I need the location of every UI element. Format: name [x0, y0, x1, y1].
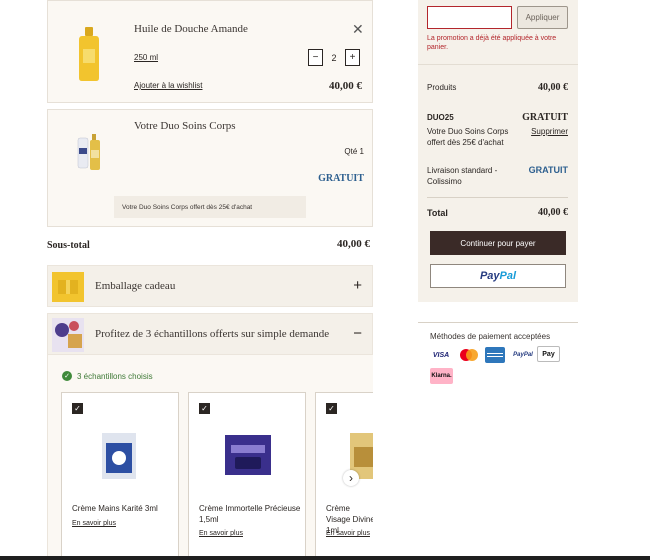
payment-methods-title: Méthodes de paiement acceptées: [430, 332, 551, 341]
promo-code-input[interactable]: [427, 6, 512, 29]
summary-divider: [418, 64, 578, 65]
product-size[interactable]: 250 ml: [134, 53, 158, 62]
quantity-stepper[interactable]: − 2 +: [308, 49, 360, 66]
sample-image-immortelle: [225, 435, 271, 475]
sample-card[interactable]: ✓ Crème Immortelle Précieuse 1,5ml En sa…: [188, 392, 306, 558]
paypal-logo-pay: Pay: [479, 270, 500, 282]
samples-header[interactable]: Profitez de 3 échantillons offerts sur s…: [47, 313, 373, 355]
samples-label: Profitez de 3 échantillons offerts sur s…: [95, 328, 330, 340]
paypal-small-icon: PayPal: [511, 347, 535, 363]
item-price: 40,00 €: [329, 80, 362, 92]
payment-divider: [418, 322, 578, 323]
expand-gift-wrap-icon[interactable]: +: [353, 277, 362, 294]
klarna-text: Klarna.: [431, 373, 452, 379]
remove-item-button[interactable]: ✕: [352, 21, 364, 38]
gift-note-box: Votre Duo Soins Corps offert dès 25€ d'a…: [114, 196, 306, 218]
page-bottom-edge: [0, 556, 650, 560]
samples-image: [52, 318, 84, 352]
product-image-shower-oil: [78, 27, 100, 81]
products-value: 40,00 €: [538, 82, 568, 93]
sample-name: Crème Immortelle Précieuse 1,5ml: [199, 504, 301, 524]
remove-promo-link[interactable]: Supprimer: [531, 127, 568, 136]
apple-pay-text: Pay: [542, 350, 555, 358]
promo-code-label: DUO25: [427, 113, 454, 122]
paypal-small-text: PayPal: [513, 352, 533, 358]
decrease-qty-button[interactable]: −: [308, 49, 323, 66]
total-label: Total: [427, 208, 448, 218]
apple-pay-icon: Pay: [537, 346, 560, 362]
sample-card[interactable]: ✓ Crème Mains Karité 3ml En savoir plus: [61, 392, 179, 558]
visa-icon: VISA: [430, 347, 452, 363]
shipping-label: Livraison standard - Colissimo: [427, 166, 498, 186]
products-label: Produits: [427, 83, 457, 92]
continue-to-payment-button[interactable]: Continuer pour payer: [430, 231, 566, 255]
add-to-wishlist-link[interactable]: Ajouter à la wishlist: [134, 81, 202, 90]
gift-note: Votre Duo Soins Corps offert dès 25€ d'a…: [122, 203, 253, 211]
paypal-logo-pal: Pal: [499, 270, 517, 282]
product-image-duo: [76, 132, 108, 172]
apply-promo-button[interactable]: Appliquer: [517, 6, 568, 29]
promo-description: Votre Duo Soins Corps offert dès 25€ d'a…: [427, 127, 509, 147]
learn-more-link[interactable]: En savoir plus: [326, 530, 370, 537]
check-circle-icon: ✓: [62, 371, 72, 381]
learn-more-link[interactable]: En savoir plus: [199, 530, 243, 537]
gift-wrap-label: Emballage cadeau: [95, 280, 176, 292]
carousel-next-button[interactable]: ›: [343, 470, 359, 486]
sample-image-karite: [102, 433, 136, 479]
shipping-value: GRATUIT: [528, 165, 568, 175]
mastercard-icon: [458, 347, 480, 363]
paypal-button[interactable]: Pay Pal: [430, 264, 566, 288]
sample-checkbox[interactable]: ✓: [326, 403, 337, 414]
free-gift-card: Votre Duo Soins Corps Qté 1 GRATUIT Votr…: [47, 109, 373, 227]
subtotal-label: Sous-total: [47, 240, 90, 251]
gift-box-image: [52, 272, 84, 302]
promo-value: GRATUIT: [522, 112, 568, 123]
gift-qty: Qté 1: [344, 147, 364, 156]
increase-qty-button[interactable]: +: [345, 49, 360, 66]
sample-checkbox[interactable]: ✓: [199, 403, 210, 414]
amex-icon: [485, 347, 505, 363]
sample-name: Crème Mains Karité 3ml: [72, 504, 158, 513]
gift-product-name[interactable]: Votre Duo Soins Corps: [134, 120, 236, 132]
gift-wrap-row[interactable]: Emballage cadeau +: [47, 265, 373, 307]
order-summary-panel: Appliquer La promotion a déjà été appliq…: [418, 0, 578, 302]
klarna-icon: Klarna.: [430, 368, 453, 384]
collapse-samples-icon[interactable]: −: [353, 325, 362, 342]
chosen-count-label: 3 échantillons choisis: [77, 371, 153, 381]
chosen-status: ✓ 3 échantillons choisis: [62, 371, 153, 381]
product-name[interactable]: Huile de Douche Amande: [134, 23, 248, 35]
visa-text: VISA: [432, 351, 450, 359]
sample-checkbox[interactable]: ✓: [72, 403, 83, 414]
learn-more-link[interactable]: En savoir plus: [72, 520, 116, 527]
total-divider: [427, 197, 568, 198]
subtotal-value: 40,00 €: [337, 238, 370, 250]
gift-price: GRATUIT: [318, 173, 364, 184]
total-value: 40,00 €: [538, 207, 568, 218]
promo-error-message: La promotion a déjà été appliquée à votr…: [427, 35, 557, 51]
cart-item-card: Huile de Douche Amande 250 ml Ajouter à …: [47, 0, 373, 103]
quantity-value: 2: [331, 52, 337, 63]
